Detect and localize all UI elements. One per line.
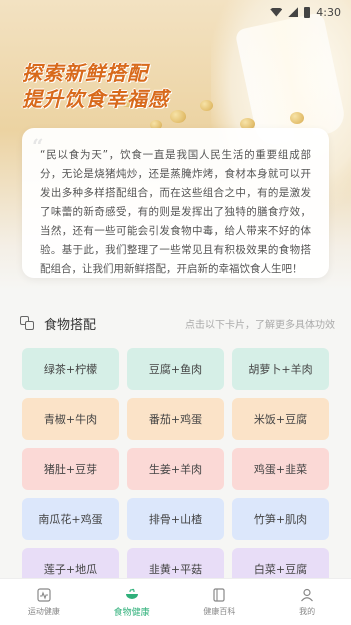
combo-label: 青椒+牛肉 xyxy=(43,413,98,426)
battery-icon xyxy=(304,6,311,18)
combo-label: 豆腐+鱼肉 xyxy=(148,363,203,376)
nav-sport-health[interactable]: 运动健康 xyxy=(4,587,84,617)
combo-label: 米饭+豆腐 xyxy=(253,413,308,426)
combo-grid: 绿茶+柠檬 豆腐+鱼肉 胡萝卜+羊肉 青椒+牛肉 番茄+鸡蛋 米饭+豆腐 猪肚+… xyxy=(22,348,329,590)
book-icon xyxy=(213,587,225,602)
combo-label: 莲子+地瓜 xyxy=(43,563,98,576)
layers-icon xyxy=(20,316,34,330)
section-title: 食物搭配 xyxy=(44,317,97,333)
soybean-image xyxy=(200,100,213,111)
combo-card[interactable]: 南瓜花+鸡蛋 xyxy=(22,498,119,540)
intro-card: “ “民以食为天”，饮食一直是我国人民生活的重要组成部分，无论是烧猪炖炒，还是蒸… xyxy=(22,128,329,278)
nav-mine[interactable]: 我的 xyxy=(267,588,347,617)
combo-card[interactable]: 青椒+牛肉 xyxy=(22,398,119,440)
combo-label: 排骨+山楂 xyxy=(148,513,203,526)
signal-icon xyxy=(288,7,299,17)
user-icon xyxy=(301,588,314,601)
hero-title-line2: 提升饮食幸福感 xyxy=(22,87,169,111)
bottom-nav: 运动健康 食物健康 健康百科 我的 xyxy=(0,578,351,625)
section-header: 食物搭配 点击以下卡片，了解更多具体功效 xyxy=(20,312,335,334)
combo-card[interactable]: 绿茶+柠檬 xyxy=(22,348,119,390)
combo-label: 南瓜花+鸡蛋 xyxy=(38,513,103,526)
combo-card[interactable]: 竹笋+肌肉 xyxy=(232,498,329,540)
combo-label: 韭黄+平菇 xyxy=(148,563,203,576)
nav-health-wiki[interactable]: 健康百科 xyxy=(179,587,259,617)
status-bar: 4:30 xyxy=(0,0,351,24)
combo-card[interactable]: 胡萝卜+羊肉 xyxy=(232,348,329,390)
combo-card[interactable]: 猪肚+豆芽 xyxy=(22,448,119,490)
soybean-image xyxy=(290,112,304,124)
combo-label: 绿茶+柠檬 xyxy=(43,363,98,376)
combo-label: 番茄+鸡蛋 xyxy=(148,413,203,426)
status-time: 4:30 xyxy=(316,5,341,19)
combo-card[interactable]: 米饭+豆腐 xyxy=(232,398,329,440)
combo-label: 鸡蛋+韭菜 xyxy=(253,463,308,476)
combo-label: 猪肚+豆芽 xyxy=(43,463,98,476)
nav-label: 健康百科 xyxy=(203,606,236,616)
section-hint: 点击以下卡片，了解更多具体功效 xyxy=(185,319,335,331)
intro-text: “民以食为天”，饮食一直是我国人民生活的重要组成部分，无论是烧猪炖炒，还是蒸腌炸… xyxy=(40,149,311,275)
combo-label: 生姜+羊肉 xyxy=(148,463,203,476)
combo-card[interactable]: 鸡蛋+韭菜 xyxy=(232,448,329,490)
combo-card[interactable]: 排骨+山楂 xyxy=(127,498,224,540)
food-bowl-icon xyxy=(125,588,138,599)
nav-label: 我的 xyxy=(299,606,316,616)
nav-food-health[interactable]: 食物健康 xyxy=(92,587,172,618)
combo-card[interactable]: 生姜+羊肉 xyxy=(127,448,224,490)
hero-title: 探索新鲜搭配 提升饮食幸福感 xyxy=(22,60,169,112)
nav-label: 食物健康 xyxy=(113,607,150,618)
activity-icon xyxy=(37,587,51,602)
quote-mark: “ xyxy=(32,134,44,158)
combo-label: 竹笋+肌肉 xyxy=(253,513,308,526)
combo-label: 胡萝卜+羊肉 xyxy=(248,363,313,376)
nav-label: 运动健康 xyxy=(27,606,60,616)
combo-label: 白菜+豆腐 xyxy=(253,563,308,576)
combo-card[interactable]: 豆腐+鱼肉 xyxy=(127,348,224,390)
hero-title-line1: 探索新鲜搭配 xyxy=(22,61,148,85)
soybean-image xyxy=(170,110,186,123)
wifi-icon xyxy=(270,7,283,17)
combo-card[interactable]: 番茄+鸡蛋 xyxy=(127,398,224,440)
